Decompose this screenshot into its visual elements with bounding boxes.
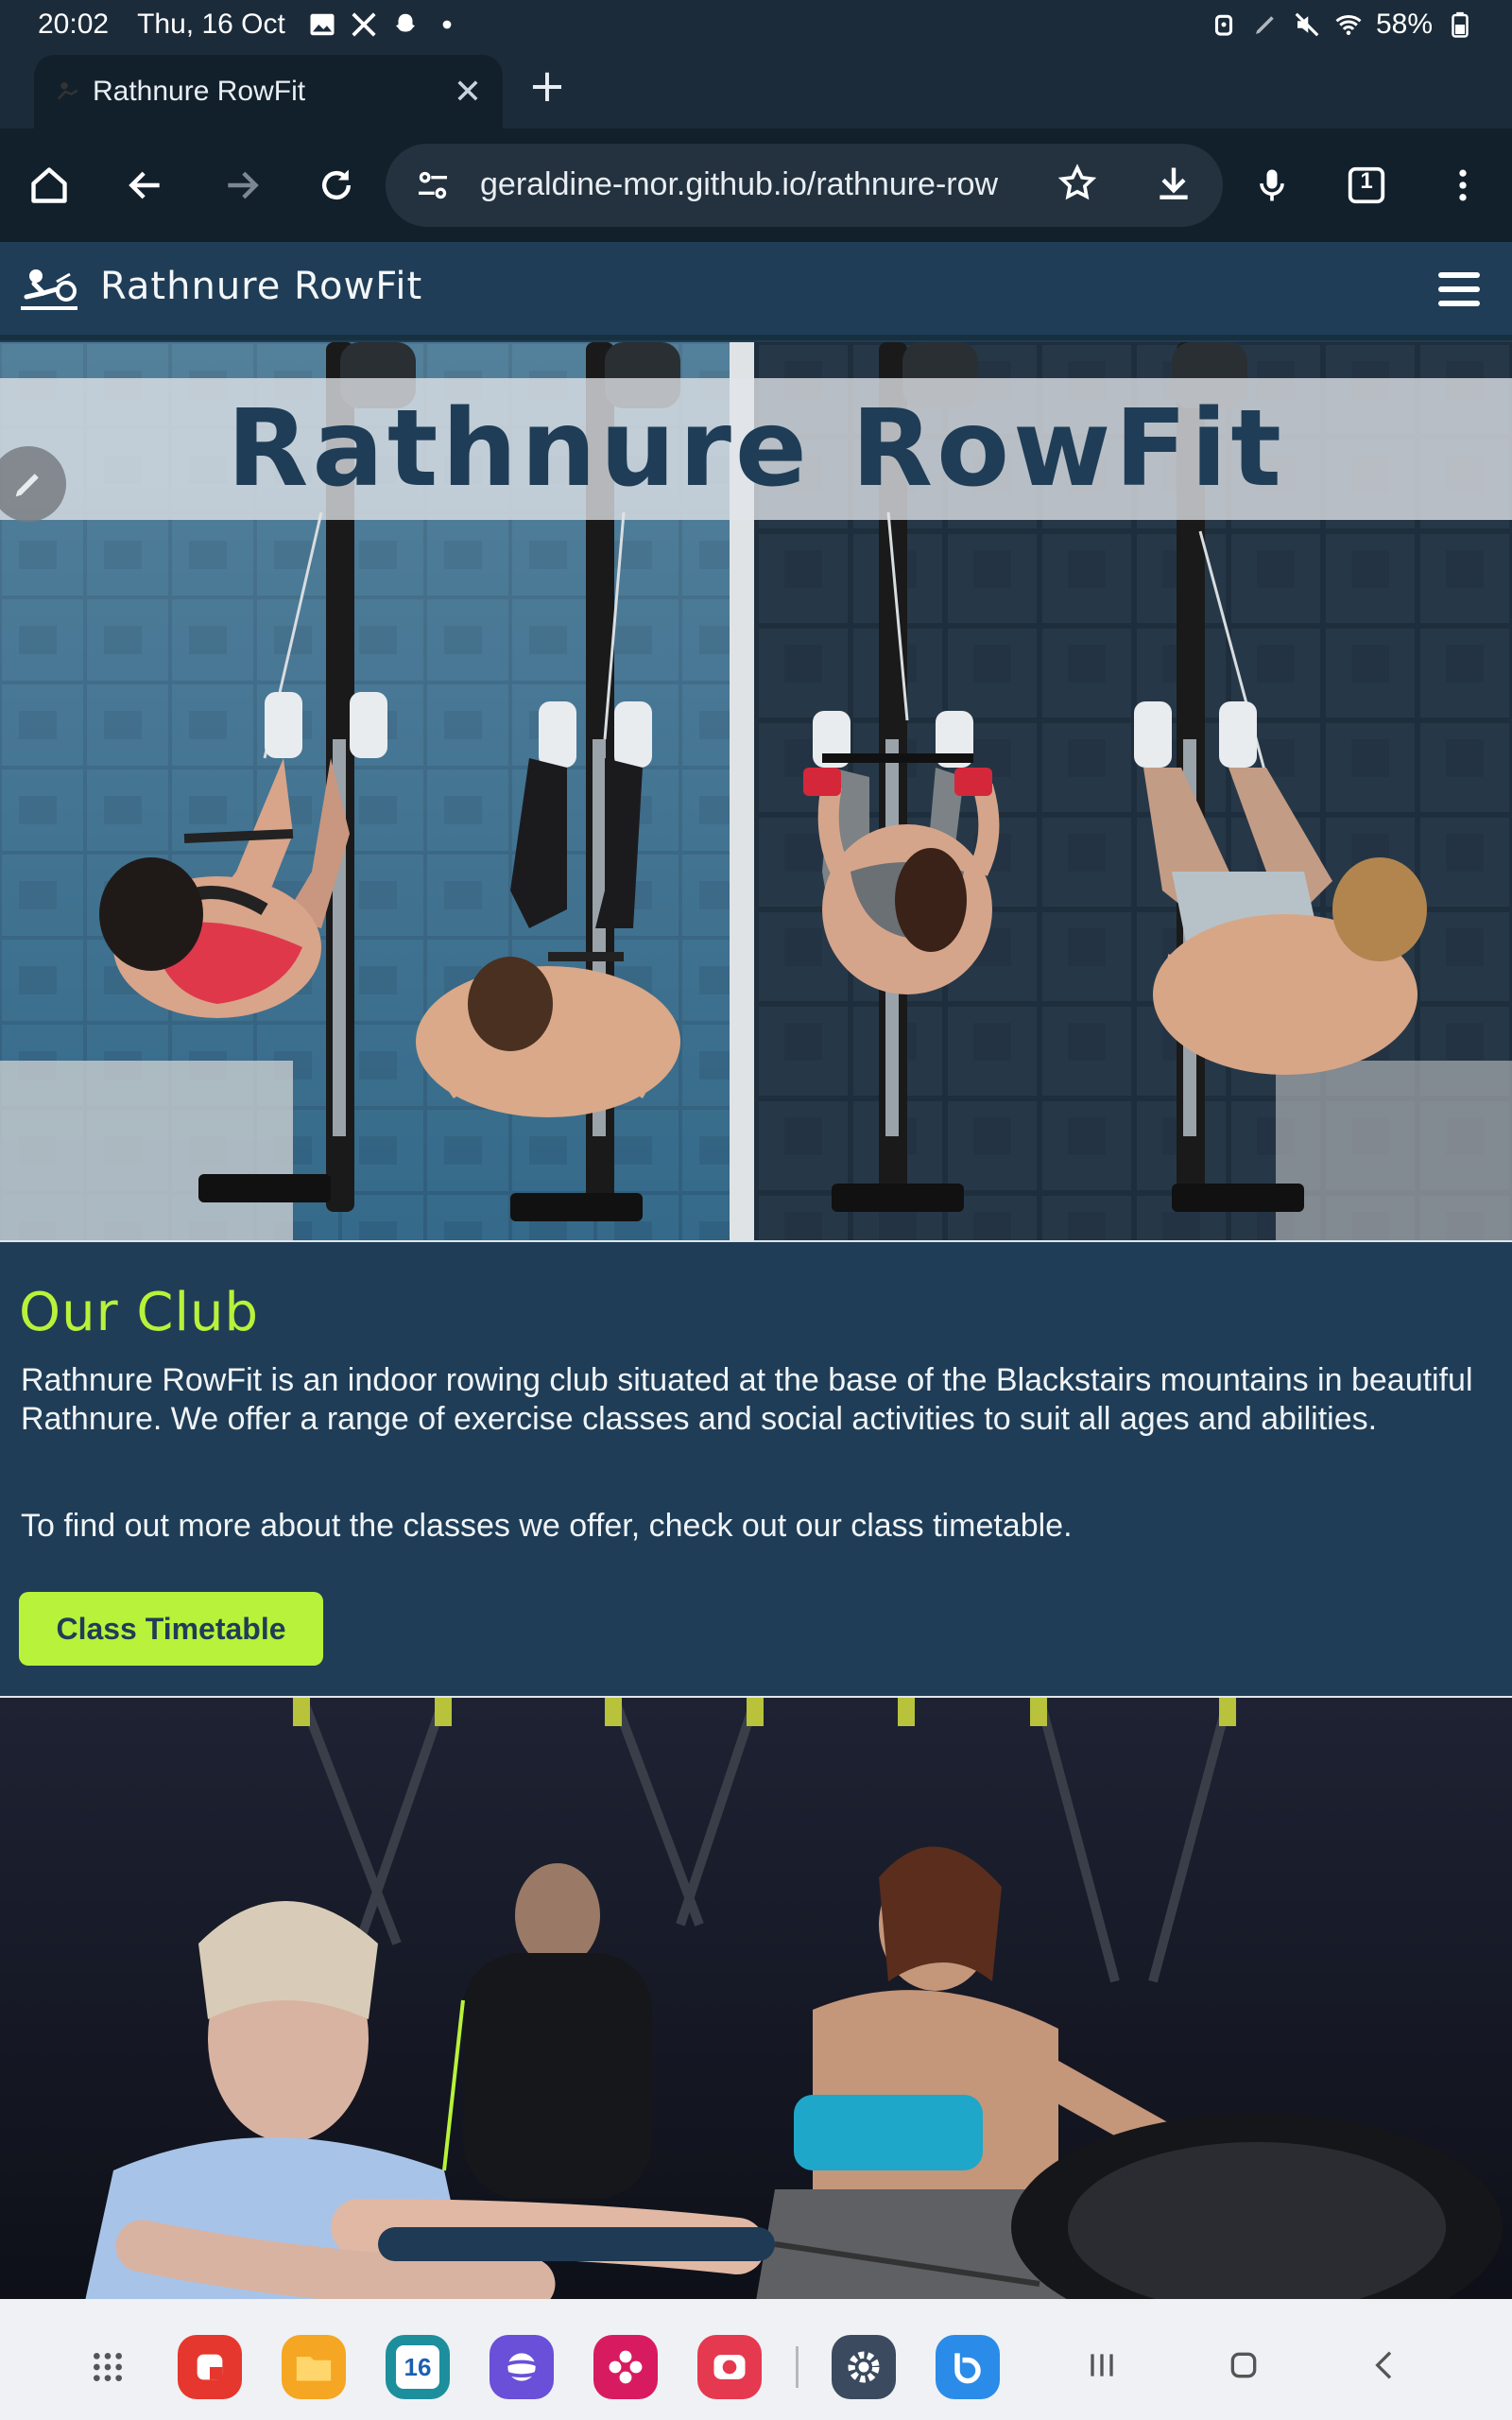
browser-tab-strip: Rathnure RowFit ✕ + (0, 49, 1512, 129)
notes-app-icon[interactable] (178, 2335, 242, 2399)
site-brand[interactable]: Rathnure RowFit (100, 265, 422, 308)
chevron-left-icon (1375, 2351, 1392, 2379)
dock-divider (796, 2346, 799, 2388)
recent-apps-button[interactable] (1074, 2337, 1130, 2394)
tab-switcher-button[interactable]: 1 (1338, 157, 1395, 214)
arrow-right-icon (228, 171, 259, 199)
camera-icon (713, 2355, 746, 2379)
club-heading: Our Club (19, 1282, 260, 1343)
indoor-rowing-class-image (0, 1698, 1512, 2299)
settings-app-icon[interactable] (832, 2335, 896, 2399)
more-vertical-icon (1459, 169, 1467, 201)
bixby-app-icon[interactable] (936, 2335, 1000, 2399)
address-bar[interactable]: geraldine-mor.github.io/rathnure-row (386, 144, 1223, 227)
microphone-icon (1260, 169, 1284, 201)
forward-button[interactable] (214, 157, 270, 214)
mute-icon (1295, 12, 1319, 37)
status-time: 20:02 (38, 9, 110, 40)
hamburger-menu-icon[interactable] (1436, 268, 1482, 310)
home-nav-button[interactable] (1215, 2337, 1272, 2394)
back-nav-button[interactable] (1357, 2337, 1414, 2394)
wifi-icon (1335, 14, 1362, 35)
camera-app-icon[interactable] (697, 2335, 762, 2399)
recents-icon (1091, 2354, 1113, 2377)
files-app-icon[interactable] (282, 2335, 346, 2399)
pen-icon (1255, 16, 1274, 34)
internet-app-icon[interactable] (490, 2335, 554, 2399)
club-description: Rathnure RowFit is an indoor rowing club… (21, 1362, 1473, 1437)
arrow-left-icon (129, 171, 160, 199)
status-date: Thu, 16 Oct (137, 9, 285, 40)
tab-count: 1 (1360, 168, 1373, 194)
voice-search-button[interactable] (1244, 157, 1300, 214)
bixby-icon (954, 2353, 981, 2384)
home-button[interactable] (21, 157, 77, 214)
reload-button[interactable] (308, 157, 365, 214)
gym-class-image (0, 1696, 1512, 2299)
taskbar-dock: 16 (0, 2299, 1512, 2420)
browser-menu-button[interactable] (1435, 157, 1491, 214)
apps-grid-button[interactable] (76, 2335, 140, 2399)
note-icon (197, 2354, 223, 2380)
calendar-app-icon[interactable]: 16 (386, 2335, 450, 2399)
download-icon[interactable] (1153, 163, 1194, 204)
dot-icon (442, 20, 452, 29)
snapchat-icon (395, 13, 415, 32)
close-tab-icon[interactable]: ✕ (454, 72, 482, 112)
club-timetable-prompt: To find out more about the classes we of… (21, 1508, 1073, 1544)
browser-tab[interactable]: Rathnure RowFit ✕ (34, 55, 503, 129)
gallery-app-icon[interactable] (593, 2335, 658, 2399)
alarm-icon (1214, 14, 1233, 36)
tools-icon (352, 12, 376, 37)
class-timetable-button[interactable]: Class Timetable (19, 1592, 323, 1666)
folder-icon (296, 2357, 332, 2381)
hero-section: Rathnure RowFit (0, 342, 1512, 1240)
browser-toolbar: geraldine-mor.github.io/rathnure-row 1 (0, 129, 1512, 242)
rower-favicon-icon (57, 82, 78, 100)
hero-title: Rathnure RowFit (227, 388, 1285, 510)
rower-logo-icon[interactable] (19, 265, 79, 316)
home-square-icon (1230, 2352, 1257, 2378)
pencil-icon (15, 474, 39, 497)
our-club-section: Our Club Rathnure RowFit is an indoor ro… (0, 1240, 1512, 1696)
reload-icon (321, 169, 352, 200)
battery-percent: 58% (1375, 9, 1433, 40)
battery-icon (1452, 11, 1469, 38)
status-bar: 20:02 Thu, 16 Oct 58% (0, 0, 1512, 49)
site-settings-icon[interactable] (414, 166, 452, 204)
bookmark-star-icon[interactable] (1057, 163, 1098, 204)
planet-icon (501, 2353, 542, 2381)
url-text[interactable]: geraldine-mor.github.io/rathnure-row (480, 166, 1028, 203)
apps-grid-icon (94, 2353, 122, 2381)
new-tab-button[interactable]: + (525, 63, 569, 109)
flower-icon (609, 2350, 643, 2384)
back-button[interactable] (117, 157, 174, 214)
gear-icon (848, 2351, 880, 2383)
calendar-day: 16 (396, 2345, 439, 2389)
gallery-icon (310, 13, 335, 36)
tab-title: Rathnure RowFit (93, 76, 306, 107)
home-icon (31, 167, 67, 203)
site-navbar: Rathnure RowFit (0, 242, 1512, 340)
